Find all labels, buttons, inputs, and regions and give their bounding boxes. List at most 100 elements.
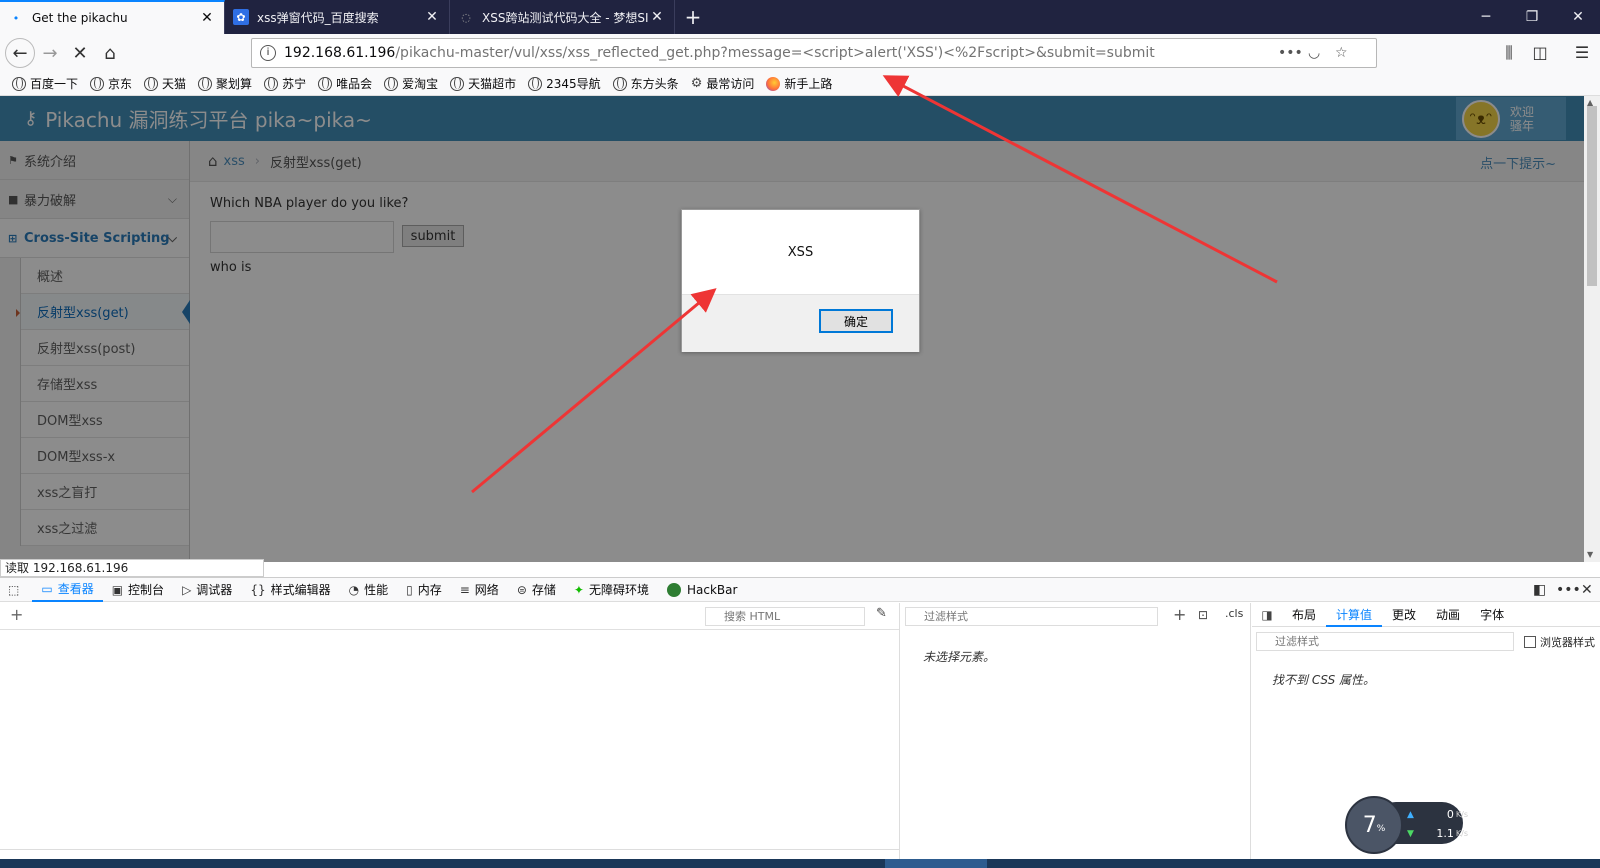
baidu-paw-icon: ✿ (233, 9, 249, 25)
checkbox[interactable] (1524, 636, 1536, 648)
console-icon: ▣ (111, 582, 124, 597)
tab-fonts[interactable]: 字体 (1470, 603, 1514, 627)
tab-performance[interactable]: ◔ 性能 (340, 578, 398, 602)
tab-inspector[interactable]: ▭ 查看器 (32, 578, 103, 602)
bookmark-item[interactable]: 东方头条 (612, 75, 679, 92)
forward-button[interactable]: → (35, 38, 65, 68)
tab-console[interactable]: ▣ 控制台 (103, 578, 173, 602)
bookmark-star-icon[interactable]: ☆ (1335, 45, 1348, 61)
bookmark-item[interactable]: 爱淘宝 (384, 75, 438, 92)
download-speed: ▼ 1.1 K/s (1407, 827, 1469, 840)
element-picker-button[interactable]: ⬚ (0, 578, 32, 602)
breadcrumb-divider (0, 849, 900, 850)
rules-empty-text: 未选择元素。 (923, 650, 996, 664)
loading-indicator-icon: • (12, 11, 20, 25)
bookmark-item[interactable]: 天猫 (144, 75, 186, 92)
pseudo-class-icon[interactable]: ⊡ (1198, 608, 1208, 622)
more-options-icon[interactable]: ••• (1556, 582, 1581, 598)
tab-animations[interactable]: 动画 (1426, 603, 1470, 627)
bookmark-item[interactable]: 天猫超市 (450, 75, 516, 92)
tab-hackbar[interactable]: HackBar (658, 578, 746, 602)
html-search-input[interactable] (705, 607, 865, 626)
globe-icon (264, 76, 279, 91)
tab-network[interactable]: ≡ 网络 (451, 578, 508, 602)
close-tab-icon[interactable]: ✕ (648, 9, 666, 25)
new-tab-button[interactable]: + (675, 0, 711, 34)
alert-ok-button[interactable]: 确定 (819, 309, 893, 333)
browser-styles-checkbox[interactable]: 浏览器样式 (1524, 634, 1595, 650)
restore-icon[interactable]: ❐ (1509, 0, 1555, 34)
hackbar-icon (666, 582, 681, 597)
tab-accessibility[interactable]: ✦ 无障碍环境 (565, 578, 658, 602)
sidebar-toggle-icon[interactable]: ◫ (1530, 43, 1550, 62)
bookmark-item[interactable]: 苏宁 (264, 75, 306, 92)
gauge-icon: ◔ (348, 582, 360, 597)
rules-filter-input[interactable] (905, 607, 1158, 626)
network-speed-widget[interactable]: 7% ▲ 0 K/s ▼ 1.1 K/s (1345, 796, 1469, 856)
globe-icon (318, 76, 333, 91)
arrow-down-icon: ▼ (1407, 828, 1414, 839)
bookmark-item[interactable]: 聚划算 (198, 75, 252, 92)
url-bar[interactable]: i 192.168.61.196 /pikachu-master/vul/xss… (251, 38, 1377, 68)
tab-debugger[interactable]: ▷ 调试器 (173, 578, 241, 602)
menu-icon[interactable]: ☰ (1572, 43, 1592, 62)
braces-icon: {} (250, 582, 266, 597)
inspector-icon: ▭ (41, 581, 53, 596)
tab-pikachu[interactable]: • Get the pikachu ✕ (0, 0, 225, 34)
toggle-pane-icon[interactable]: ◨ (1252, 608, 1282, 622)
pocket-icon[interactable]: ◡ (1308, 45, 1320, 61)
tab-baidu-search[interactable]: ✿ xss弹窗代码_百度搜索 ✕ (225, 0, 450, 34)
window-close-icon[interactable]: ✕ (1555, 0, 1600, 34)
globe-icon (450, 76, 465, 91)
alert-dialog: XSS 确定 (681, 209, 920, 352)
globe-icon (90, 76, 105, 91)
tab-title: Get the pikachu (32, 11, 128, 25)
tab-storage[interactable]: ⊜ 存储 (508, 578, 565, 602)
markup-view: + ⚲ ✎ (0, 603, 900, 860)
taskbar-active-item[interactable] (885, 859, 987, 868)
site-info-icon[interactable]: i (260, 45, 276, 61)
bookmark-item[interactable]: ⚙ 最常访问 (691, 75, 755, 92)
alert-footer: 确定 (682, 294, 919, 352)
stop-loading-button[interactable]: ✕ (65, 38, 95, 68)
scroll-down-icon[interactable]: ▼ (1587, 550, 1593, 559)
eyedropper-icon[interactable]: ✎ (876, 606, 887, 621)
home-button[interactable]: ⌂ (95, 38, 125, 68)
close-tab-icon[interactable]: ✕ (423, 9, 441, 25)
scrollbar-thumb[interactable] (1587, 106, 1597, 286)
dock-side-icon[interactable]: ◧ (1533, 582, 1546, 598)
library-icon[interactable]: ⫼ (1499, 43, 1519, 63)
back-button[interactable]: ← (5, 38, 35, 68)
page-actions-icon[interactable]: ••• (1278, 45, 1303, 61)
minimize-icon[interactable]: ─ (1463, 0, 1509, 34)
add-rule-icon[interactable]: + (1173, 605, 1186, 624)
tab-memory[interactable]: ▯ 内存 (397, 578, 451, 602)
devtools-toolbar: ⬚ ▭ 查看器 ▣ 控制台 ▷ 调试器 {} 样式编辑器 ◔ 性能 ▯ 内存 ≡ 网络 ⊜ 存储… (0, 578, 1600, 602)
page-scrollbar[interactable]: ▲ ▼ (1584, 96, 1600, 562)
bookmark-item[interactable]: 京东 (90, 75, 132, 92)
tab-style-editor[interactable]: {} 样式编辑器 (241, 578, 339, 602)
tab-computed[interactable]: 计算值 (1326, 603, 1383, 627)
tab-changes[interactable]: 更改 (1382, 603, 1426, 627)
computed-filter-input[interactable] (1256, 632, 1514, 651)
tab-xss-codes[interactable]: ◌ XSS跨站测试代码大全 - 梦想SI ✕ (450, 0, 675, 34)
globe-icon (528, 76, 543, 91)
bookmark-item[interactable]: 新手上路 (766, 75, 832, 92)
inspector-toolbar: + ⚲ ✎ (0, 603, 899, 630)
close-devtools-icon[interactable]: ✕ (1581, 582, 1593, 598)
sidebar-tabs: ◨ 布局 计算值 更改 动画 字体 (1252, 603, 1600, 627)
bookmark-item[interactable]: 唯品会 (318, 75, 372, 92)
close-tab-icon[interactable]: ✕ (198, 10, 216, 26)
site-favicon-icon: ◌ (461, 10, 471, 24)
alert-message: XSS (787, 244, 814, 260)
network-icon: ≡ (459, 582, 470, 597)
tab-layout[interactable]: 布局 (1282, 603, 1326, 627)
bookmark-item[interactable]: 百度一下 (12, 75, 78, 92)
globe-icon (612, 76, 627, 91)
cpu-gauge: 7% (1345, 796, 1403, 854)
cls-toggle[interactable]: .cls (1225, 607, 1243, 620)
bookmark-item[interactable]: 2345导航 (528, 75, 601, 92)
rules-view: ▽ + ⊡ .cls 未选择元素。 (901, 603, 1251, 860)
url-host: 192.168.61.196 (284, 45, 396, 61)
add-node-icon[interactable]: + (10, 605, 23, 624)
